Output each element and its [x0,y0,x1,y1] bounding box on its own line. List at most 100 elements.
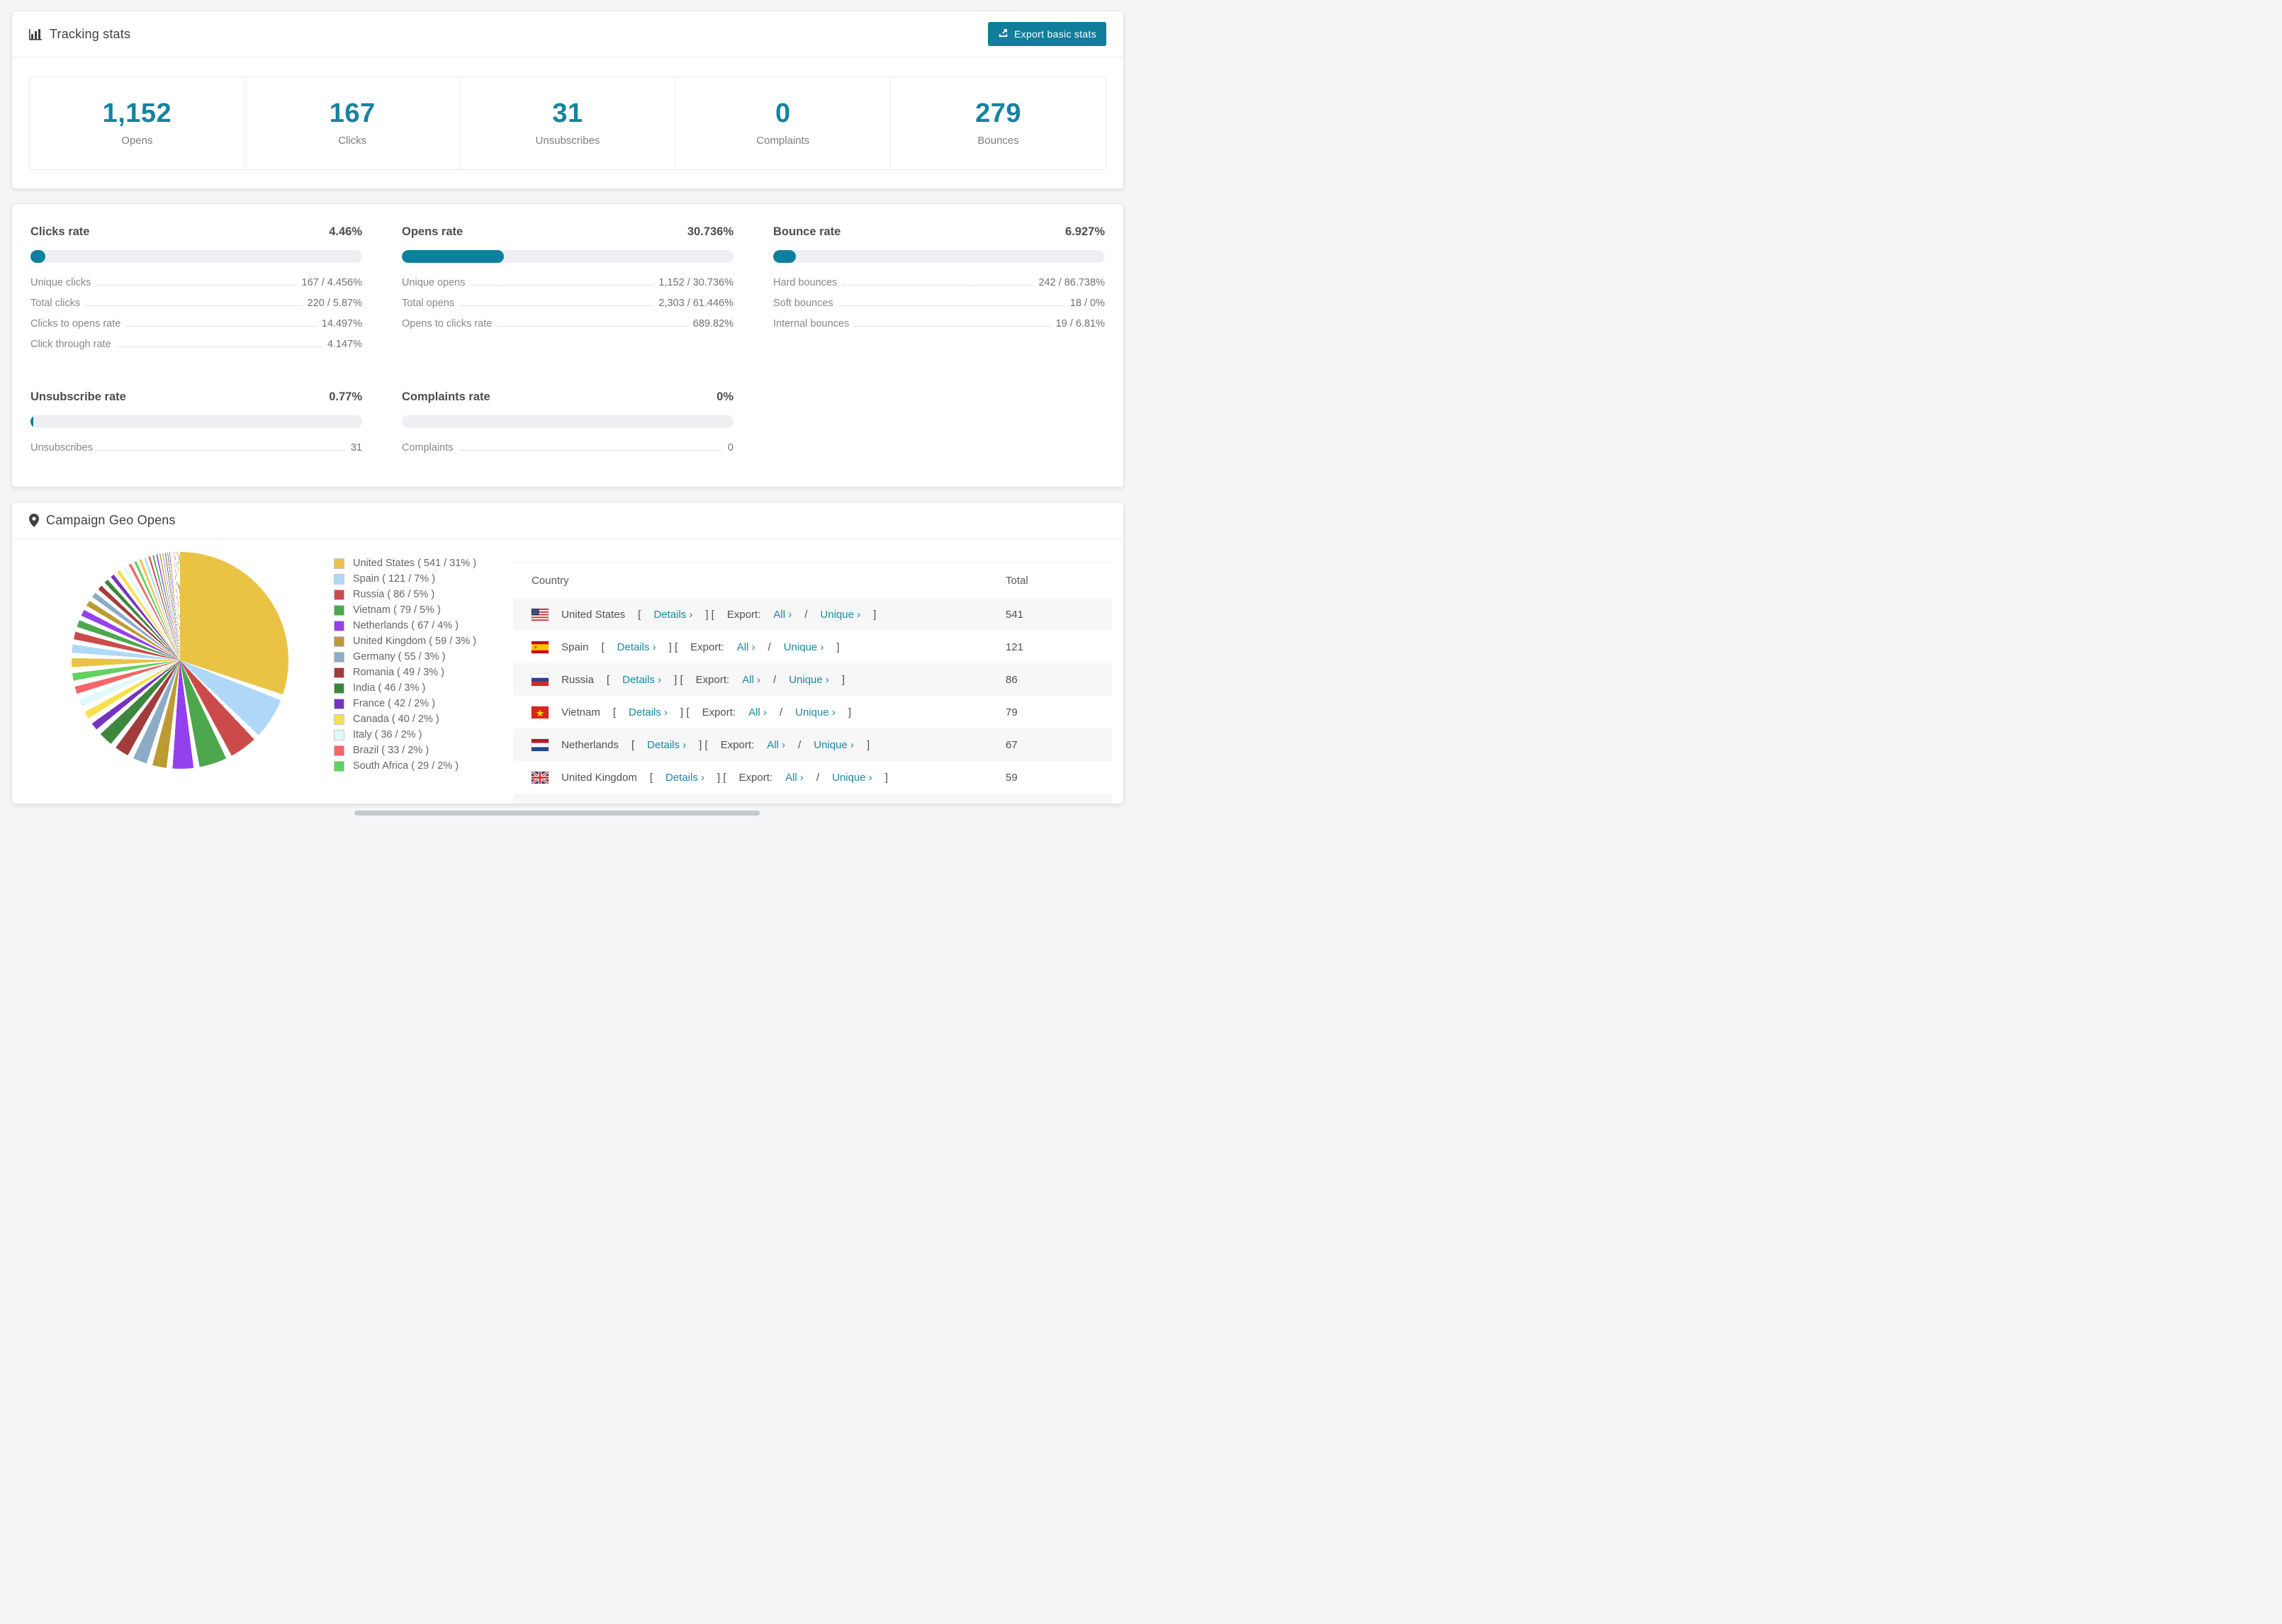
legend-swatch [334,620,344,631]
progress-bar-track [30,250,362,263]
geo-header: Campaign Geo Opens [12,502,1123,538]
table-row: United Kingdom [Details ›] [Export: All … [513,761,1112,794]
geo-opens-pie-chart [72,552,288,769]
details-link[interactable]: Details › [622,674,661,686]
legend-label: Spain ( 121 / 7% ) [353,573,436,585]
bracket: ] [866,738,870,751]
legend-item: Brazil ( 33 / 2% ) [334,745,476,756]
total-value: 59 [1006,771,1018,784]
summary-stats: 1,152 Opens 167 Clicks 31 Unsubscribes 0 Compla… [29,77,1106,170]
export-all-link[interactable]: All › [748,706,767,718]
dotted-leader [98,450,345,451]
bracket: [ [612,706,617,718]
export-basic-stats-button[interactable]: Export basic stats [988,22,1106,46]
rate-row-label: Unique opens [402,277,466,288]
slash: / [779,706,783,718]
progress-bar-track [30,415,362,428]
bracket: ] [ [668,641,678,653]
bracket: ] [ [674,673,683,686]
legend-swatch [334,651,344,662]
details-link[interactable]: Details › [617,641,656,653]
rate-row-label: Complaints [402,442,454,453]
legend-item: Romania ( 49 / 3% ) [334,667,476,678]
bracket: [ [649,771,653,784]
total-column-header: Total [1006,574,1028,587]
slash: / [804,608,808,621]
rate-row: Hard bounces 242 / 86.738% [773,277,1105,298]
details-link[interactable]: Details › [653,609,692,621]
country-name: United States [561,608,626,621]
bracket: ] [ [680,706,690,718]
geo-table-wrap: Country Total United States [Details ›] … [513,562,1112,803]
export-all-link[interactable]: All › [767,739,785,751]
stat-label: Unsubscribes [535,135,600,147]
progress-bar-fill [30,250,45,263]
legend-label: Canada ( 40 / 2% ) [353,714,439,725]
country-cell-wrap: Spain [Details ›] [Export: All › / Uniqu… [513,631,1006,663]
dotted-leader [126,326,316,327]
legend-swatch [334,667,344,678]
table-row: Russia [Details ›] [Export: All › / Uniq… [513,663,1112,696]
export-all-link[interactable]: All › [737,641,755,653]
export-prefix: Export: [726,608,761,621]
rate-percent: 0% [716,390,734,403]
progress-bar-track [402,415,734,428]
rate-row-value: 220 / 5.87% [307,298,362,309]
country-name: Russia [561,673,594,686]
rate-rows: Unsubscribes 31 [30,442,362,463]
total-value: 541 [1006,608,1024,621]
progress-bar-fill [402,250,504,263]
slash: / [798,738,802,751]
export-unique-link[interactable]: Unique › [814,739,854,751]
details-link[interactable]: Details › [665,772,704,784]
export-all-link[interactable]: All › [785,772,804,784]
stat-value: 0 [775,98,791,128]
country-cell-wrap: Vietnam [Details ›] [Export: All › / Uni… [513,696,1006,728]
rate-row: Total opens 2,303 / 61.446% [402,298,734,318]
ru-flag-icon [532,673,549,686]
legend-swatch [334,558,344,569]
legend-item: Russia ( 86 / 5% ) [334,589,476,600]
table-row: Netherlands [Details ›] [Export: All › /… [513,728,1112,761]
legend-label: Italy ( 36 / 2% ) [353,729,422,740]
details-link[interactable]: Details › [647,739,686,751]
rate-title: Opens rate [402,225,463,238]
dotted-leader [471,285,653,286]
rate-title: Complaints rate [402,390,490,403]
horizontal-scrollbar-thumb[interactable] [354,811,760,816]
export-unique-link[interactable]: Unique › [832,772,872,784]
export-all-link[interactable]: All › [773,609,792,621]
legend-item: Vietnam ( 79 / 5% ) [334,604,476,616]
rate-title: Bounce rate [773,225,841,238]
rate-panel-header: Opens rate 30.736% [402,225,734,239]
export-prefix: Export: [690,641,724,653]
legend-swatch [334,760,344,772]
rate-row-value: 2,303 / 61.446% [658,298,734,309]
rate-row: Internal bounces 19 / 6.81% [773,318,1105,339]
rate-rows: Hard bounces 242 / 86.738% Soft bounces 18 … [773,277,1105,339]
export-unique-link[interactable]: Unique › [789,674,829,686]
dotted-leader [96,285,296,286]
rate-panel-header: Bounce rate 6.927% [773,225,1105,239]
rate-row: Total clicks 220 / 5.87% [30,298,362,318]
total-value: 67 [1006,738,1018,751]
progress-bar-fill [30,415,33,428]
export-icon [998,28,1008,40]
bracket: ] [841,673,845,686]
bracket: [ [638,608,641,621]
legend-item: Italy ( 36 / 2% ) [334,729,476,740]
export-unique-link[interactable]: Unique › [784,641,824,653]
details-link[interactable]: Details › [629,706,668,718]
page-title-text: Tracking stats [50,26,131,41]
bracket: ] [ [699,738,708,751]
es-flag-icon [532,641,549,653]
bracket: [ [606,673,610,686]
rate-row: Complaints 0 [402,442,734,463]
bracket: ] [836,641,840,653]
export-unique-link[interactable]: Unique › [795,706,836,718]
export-all-link[interactable]: All › [742,674,760,686]
total-value: 79 [1006,706,1018,718]
rate-row-label: Soft bounces [773,298,833,309]
rate-title: Unsubscribe rate [30,390,126,403]
export-unique-link[interactable]: Unique › [820,609,860,621]
